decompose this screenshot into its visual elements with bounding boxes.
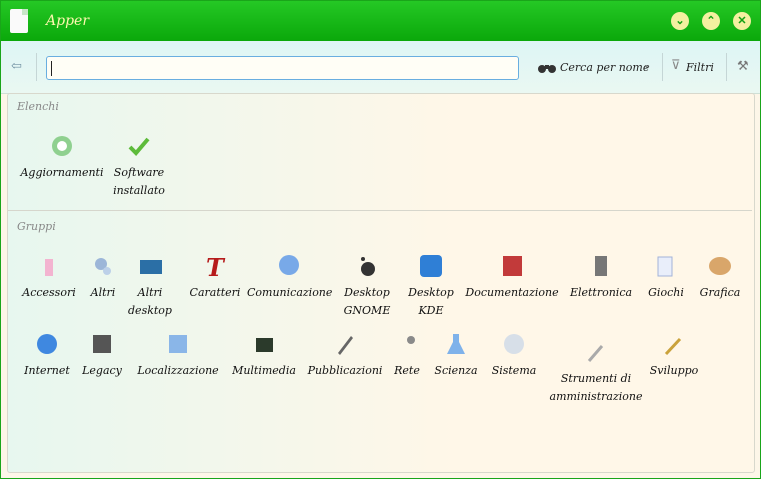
palette-icon <box>709 257 731 275</box>
group-kde-desktop[interactable]: Desktop KDE <box>403 255 459 320</box>
settings-wrench-icon[interactable]: ⚒ <box>737 59 749 74</box>
network-icon <box>407 336 415 344</box>
maximize-button[interactable]: ⌃ <box>702 12 720 30</box>
updates-gear-icon <box>52 136 72 156</box>
admin-tools-icon <box>587 345 604 362</box>
checkmark-icon <box>128 137 150 156</box>
group-electronics[interactable]: Elettronica <box>565 256 637 302</box>
group-multimedia[interactable]: Multimedia <box>230 338 298 380</box>
group-fonts[interactable]: T Caratteri <box>185 253 245 302</box>
gnome-foot-icon <box>361 257 375 276</box>
kde-icon <box>420 255 442 277</box>
group-games[interactable]: Giochi <box>644 256 688 302</box>
groups-section-title: Gruppi <box>17 220 56 233</box>
communication-icon <box>279 255 299 275</box>
group-science[interactable]: Scienza <box>431 334 481 380</box>
system-gear-icon <box>504 334 524 354</box>
toolbar-separator <box>726 53 727 81</box>
localization-icon <box>169 335 187 353</box>
group-other-desktops[interactable]: Altri desktop <box>125 260 175 320</box>
electronics-icon <box>595 256 607 276</box>
fonts-icon: T <box>206 253 226 280</box>
group-publishing[interactable]: Pubblicazioni <box>306 336 384 380</box>
search-input[interactable] <box>46 56 519 80</box>
filter-funnel-icon[interactable]: ⊽ <box>671 58 681 73</box>
main-panel: Elenchi Gruppi Aggiornamenti Software in… <box>7 93 755 473</box>
floppy-icon <box>93 335 111 353</box>
apper-window: Apper ⌄ ⌃ ✕ ⇦ Cerca per nome ⌄ ⊽ Filtri … <box>0 0 761 479</box>
back-arrow-icon[interactable]: ⇦ <box>11 59 22 74</box>
group-documentation[interactable]: Documentazione <box>464 256 560 302</box>
group-development[interactable]: Sviluppo <box>644 337 704 380</box>
group-network[interactable]: Rete <box>389 336 425 380</box>
toolbar-separator <box>662 53 663 81</box>
publishing-icon <box>338 336 353 355</box>
other-icon <box>95 258 111 275</box>
lists-section-title: Elenchi <box>17 100 59 113</box>
close-button[interactable]: ✕ <box>733 12 751 30</box>
group-graphics[interactable]: Grafica <box>694 257 746 302</box>
accessories-icon <box>45 259 53 276</box>
minimize-button[interactable]: ⌄ <box>671 12 689 30</box>
group-administration-tools[interactable]: Strumenti di amministrazione <box>548 345 644 406</box>
book-icon <box>503 256 522 276</box>
group-legacy[interactable]: Legacy <box>78 335 126 380</box>
group-gnome-desktop[interactable]: Desktop GNOME <box>338 257 396 320</box>
window-title: Apper <box>46 13 90 29</box>
title-bar: Apper ⌄ ⌃ ✕ <box>1 1 760 41</box>
list-item-installed-software[interactable]: Software installato <box>106 137 172 200</box>
group-other[interactable]: Altri <box>81 258 125 302</box>
filters-button[interactable]: Filtri <box>686 61 714 74</box>
toolbar-separator <box>36 53 37 81</box>
chevron-down-icon[interactable]: ⌄ <box>643 60 651 71</box>
search-by-name-label[interactable]: Cerca per nome <box>560 61 649 74</box>
flask-icon <box>447 334 465 354</box>
list-item-updates[interactable]: Aggiornamenti <box>20 136 104 182</box>
apper-app-icon <box>10 9 28 33</box>
binoculars-icon[interactable] <box>537 62 557 74</box>
text-caret <box>51 61 52 76</box>
toolbar: ⇦ Cerca per nome ⌄ ⊽ Filtri ⚒ <box>1 41 760 94</box>
multimedia-icon <box>256 338 273 352</box>
cards-icon <box>657 256 673 277</box>
group-accessories[interactable]: Accessori <box>20 259 78 302</box>
svg-text:T: T <box>206 253 226 280</box>
group-internet[interactable]: Internet <box>20 334 74 380</box>
group-localization[interactable]: Localizzazione <box>134 335 222 380</box>
desktop-icon <box>140 260 162 274</box>
globe-icon <box>37 334 57 354</box>
section-divider <box>8 210 752 211</box>
hammer-icon <box>664 337 682 356</box>
group-system[interactable]: Sistema <box>486 334 542 380</box>
group-communication[interactable]: Comunicazione <box>247 255 332 302</box>
